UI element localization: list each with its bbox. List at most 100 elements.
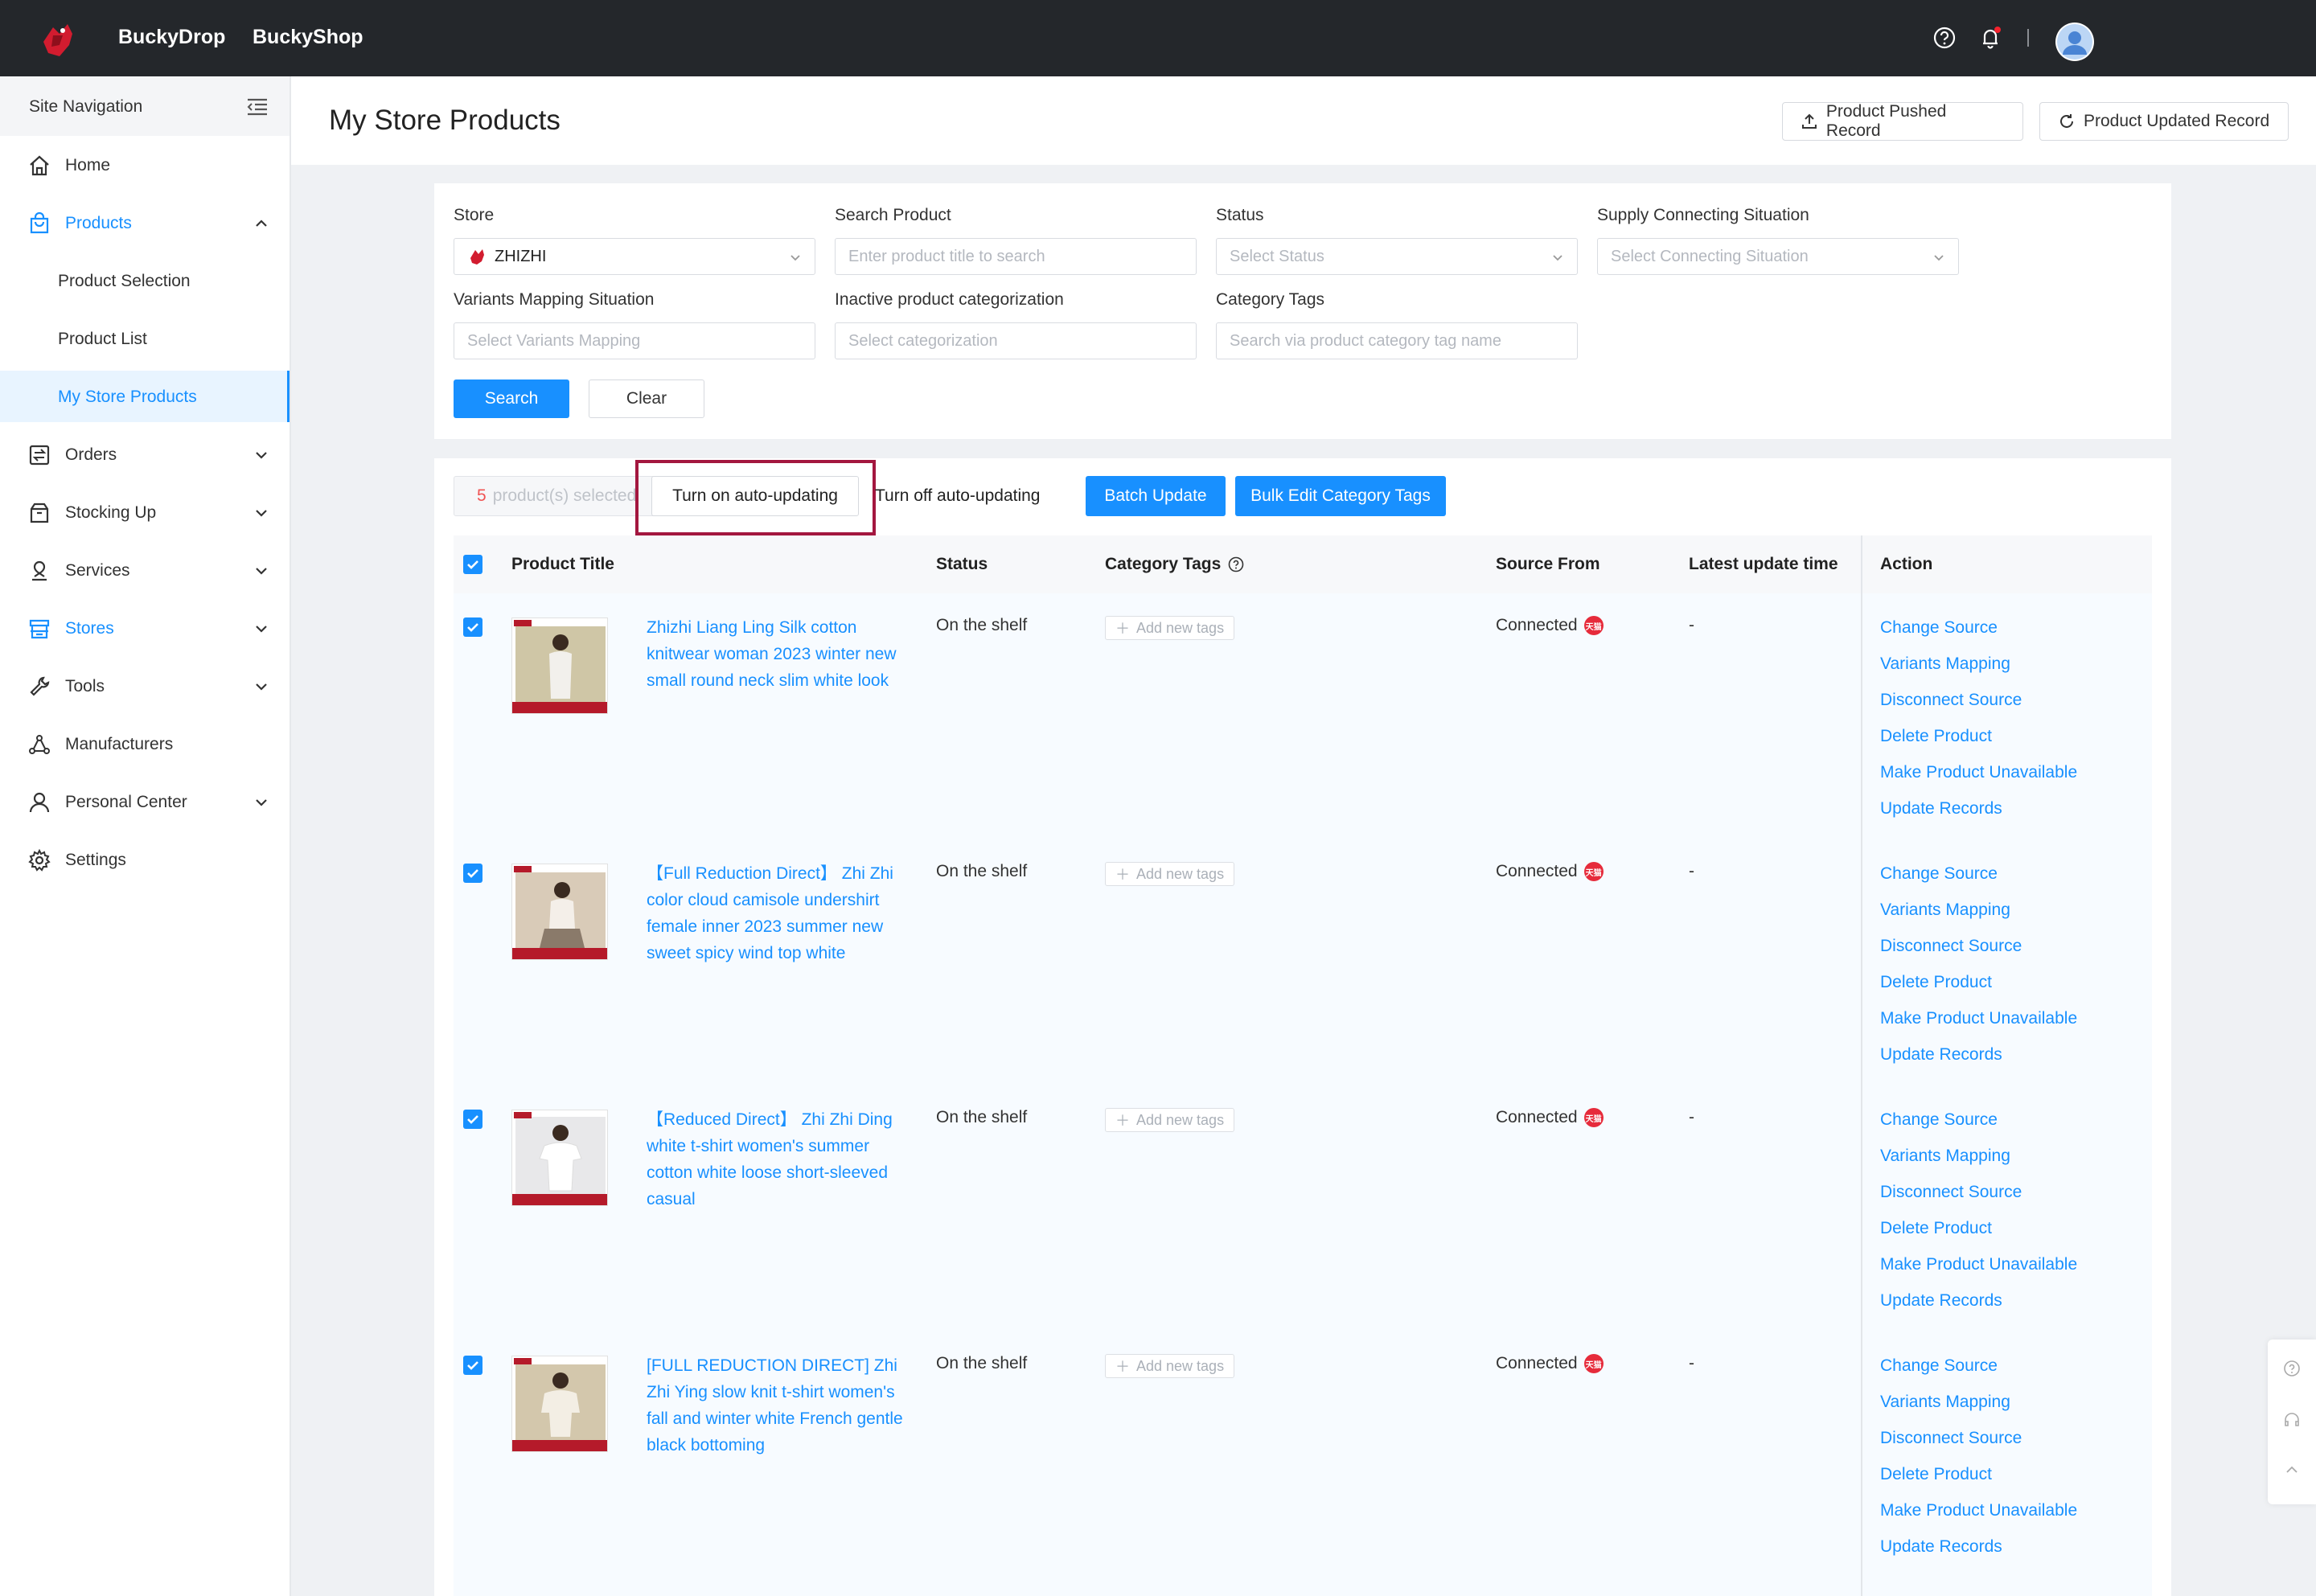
bell-icon[interactable]: [1977, 24, 2004, 51]
product-thumbnail[interactable]: [511, 617, 608, 714]
selected-count-number: 5: [477, 486, 487, 505]
product-status: On the shelf: [936, 616, 1028, 634]
sidebar-item-orders[interactable]: Orders: [0, 425, 290, 483]
row-checkbox[interactable]: [463, 864, 482, 883]
product-thumbnail[interactable]: [511, 1356, 608, 1452]
make-product-unavailable-link[interactable]: Make Product Unavailable: [1880, 1497, 2077, 1533]
batch-update-button[interactable]: Batch Update: [1086, 476, 1226, 516]
change-source-link[interactable]: Change Source: [1880, 1106, 2077, 1143]
change-source-link[interactable]: Change Source: [1880, 1352, 2077, 1389]
search-product-input[interactable]: Enter product title to search: [835, 238, 1197, 275]
site-navigation-label: Site Navigation: [29, 97, 143, 116]
search-button[interactable]: Search: [454, 380, 569, 418]
disconnect-source-link[interactable]: Disconnect Source: [1880, 1425, 2077, 1461]
help-circle-icon[interactable]: [1931, 24, 1958, 51]
delete-product-link[interactable]: Delete Product: [1880, 969, 2077, 1005]
delete-product-link[interactable]: Delete Product: [1880, 1215, 2077, 1251]
row-checkbox[interactable]: [463, 617, 482, 637]
add-new-tags-button[interactable]: ＋ Add new tags: [1105, 616, 1235, 640]
make-product-unavailable-link[interactable]: Make Product Unavailable: [1880, 1005, 2077, 1041]
latest-update-time: -: [1689, 862, 1694, 880]
product-thumbnail[interactable]: [511, 864, 608, 960]
sidebar-item-product-selection[interactable]: Product Selection: [0, 255, 290, 306]
disconnect-source-link[interactable]: Disconnect Source: [1880, 1179, 2077, 1215]
make-product-unavailable-link[interactable]: Make Product Unavailable: [1880, 759, 2077, 795]
change-source-link[interactable]: Change Source: [1880, 614, 2077, 650]
add-new-tags-button[interactable]: ＋ Add new tags: [1105, 862, 1235, 886]
add-new-tags-button[interactable]: ＋ Add new tags: [1105, 1108, 1235, 1132]
sidebar-item-stores[interactable]: Stores: [0, 599, 290, 657]
status-label: Status: [1216, 206, 1264, 224]
clear-button[interactable]: Clear: [589, 380, 704, 418]
sidebar-item-settings[interactable]: Settings: [0, 831, 290, 888]
sidebar-item-label: Personal Center: [65, 793, 187, 811]
select-all-checkbox[interactable]: [463, 555, 482, 574]
chevron-down-icon: [1934, 255, 1944, 261]
row-checkbox[interactable]: [463, 1110, 482, 1129]
add-new-tags-button[interactable]: ＋ Add new tags: [1105, 1354, 1235, 1378]
sidebar-item-my-store-products[interactable]: My Store Products: [0, 371, 290, 422]
variants-mapping-link[interactable]: Variants Mapping: [1880, 1389, 2077, 1425]
bag-icon: [30, 211, 49, 234]
update-records-link[interactable]: Update Records: [1880, 795, 2077, 831]
status-select[interactable]: Select Status: [1216, 238, 1578, 275]
disconnect-source-link[interactable]: Disconnect Source: [1880, 687, 2077, 723]
column-header-category-tags: Category Tags: [1105, 555, 1245, 574]
product-title-link[interactable]: 【Reduced Direct】 Zhi Zhi Ding white t-sh…: [647, 1106, 904, 1212]
menu-collapse-icon[interactable]: [244, 94, 270, 120]
variants-mapping-link[interactable]: Variants Mapping: [1880, 650, 2077, 687]
update-records-link[interactable]: Update Records: [1880, 1533, 2077, 1569]
inactive-categorization-select[interactable]: Select categorization: [835, 322, 1197, 359]
store-select[interactable]: ZHIZHI: [454, 238, 815, 275]
help-circle-icon[interactable]: [1227, 556, 1245, 573]
chevron-down-icon: [256, 568, 267, 575]
column-header-category-tags-label: Category Tags: [1105, 555, 1222, 573]
source-status: Connected: [1496, 862, 1578, 880]
product-pushed-record-button[interactable]: Product Pushed Record: [1782, 102, 2023, 141]
variants-mapping-link[interactable]: Variants Mapping: [1880, 1143, 2077, 1179]
variants-mapping-select[interactable]: Select Variants Mapping: [454, 322, 815, 359]
delete-product-link[interactable]: Delete Product: [1880, 723, 2077, 759]
sidebar-item-tools[interactable]: Tools: [0, 657, 290, 715]
turn-off-auto-updating-button[interactable]: Turn off auto-updating: [875, 476, 1040, 516]
sidebar-item-personal-center[interactable]: Personal Center: [0, 773, 290, 831]
sidebar-item-products[interactable]: Products: [0, 194, 290, 252]
disconnect-source-link[interactable]: Disconnect Source: [1880, 933, 2077, 969]
product-title-link[interactable]: 【Full Reduction Direct】 Zhi Zhi color cl…: [647, 860, 904, 966]
update-records-link[interactable]: Update Records: [1880, 1041, 2077, 1077]
selected-count-badge: 5 product(s) selected: [454, 476, 663, 516]
sidebar-item-home[interactable]: Home: [0, 136, 290, 194]
sidebar-item-product-list[interactable]: Product List: [0, 313, 290, 364]
sidebar-item-services[interactable]: Services: [0, 541, 290, 599]
product-title-link[interactable]: Zhizhi Liang Ling Silk cotton knitwear w…: [647, 614, 904, 694]
avatar[interactable]: [2055, 23, 2094, 61]
brand-buckyshop[interactable]: BuckyShop: [253, 26, 363, 49]
variants-mapping-link[interactable]: Variants Mapping: [1880, 896, 2077, 933]
delete-product-link[interactable]: Delete Product: [1880, 1461, 2077, 1497]
store-icon: [29, 619, 50, 639]
bulk-edit-category-tags-button[interactable]: Bulk Edit Category Tags: [1235, 476, 1446, 516]
row-checkbox[interactable]: [463, 1356, 482, 1375]
help-circle-icon[interactable]: [2282, 1359, 2302, 1378]
headset-icon[interactable]: [2282, 1410, 2302, 1430]
product-updated-record-button[interactable]: Product Updated Record: [2039, 102, 2289, 141]
sidebar-item-label: Product List: [58, 330, 147, 348]
supply-connecting-select[interactable]: Select Connecting Situation: [1597, 238, 1959, 275]
sidebar-item-stocking-up[interactable]: Stocking Up: [0, 483, 290, 541]
product-status: On the shelf: [936, 1108, 1028, 1126]
product-thumbnail[interactable]: [511, 1110, 608, 1206]
buckydrop-logo-icon[interactable]: [35, 18, 80, 63]
selected-count-text: product(s) selected: [492, 486, 637, 505]
store-logo-icon: [470, 249, 484, 265]
make-product-unavailable-link[interactable]: Make Product Unavailable: [1880, 1251, 2077, 1287]
category-tags-input[interactable]: Search via product category tag name: [1216, 322, 1578, 359]
tmall-icon: 天猫: [1583, 1354, 1604, 1373]
tmall-icon: 天猫: [1583, 1108, 1604, 1127]
change-source-link[interactable]: Change Source: [1880, 860, 2077, 896]
sidebar-item-manufacturers[interactable]: Manufacturers: [0, 715, 290, 773]
brand-buckydrop[interactable]: BuckyDrop: [118, 26, 225, 49]
update-records-link[interactable]: Update Records: [1880, 1287, 2077, 1323]
sidebar-item-label: Tools: [65, 677, 105, 695]
product-title-link[interactable]: [FULL REDUCTION DIRECT] Zhi Zhi Ying slo…: [647, 1352, 904, 1459]
chevron-up-icon[interactable]: [2282, 1460, 2302, 1479]
